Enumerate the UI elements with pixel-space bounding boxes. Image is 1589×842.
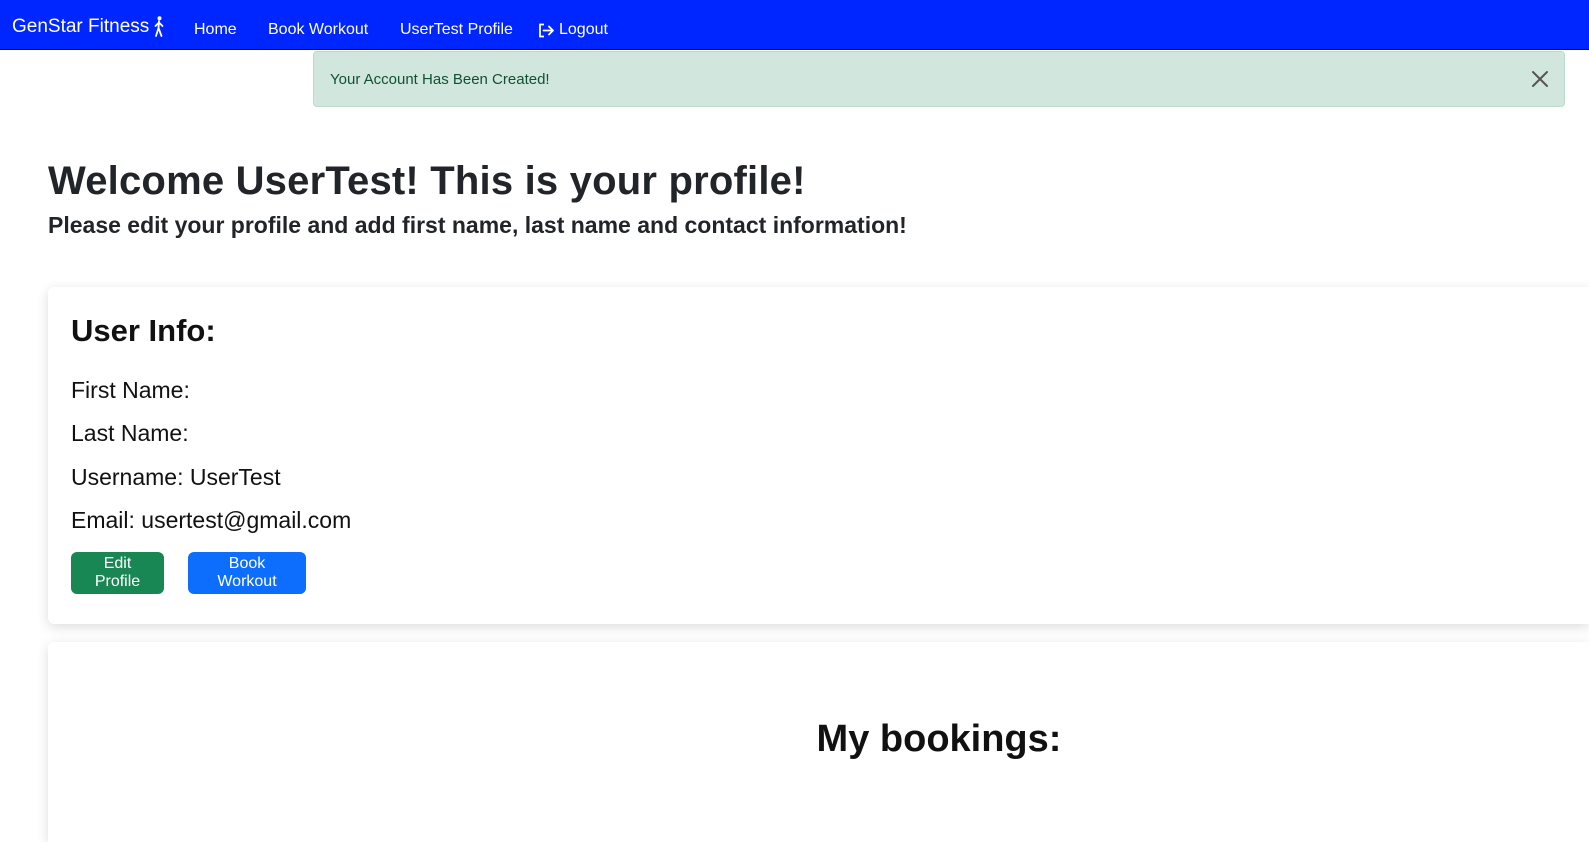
account-created-alert: Your Account Has Been Created! [313,51,1565,107]
page-subtitle: Please edit your profile and add first n… [48,212,907,238]
nav-book-workout[interactable]: Book Workout [268,19,368,41]
close-icon[interactable] [1530,69,1550,89]
top-navbar: GenStar Fitness Home Book Workout UserTe… [0,0,1589,50]
nav-logout[interactable]: Logout [538,19,608,41]
nav-home-label: Home [194,21,237,38]
brand-name: GenStar Fitness [12,16,150,37]
alert-message: Your Account Has Been Created! [330,71,550,88]
nav-home[interactable]: Home [194,19,237,41]
nav-profile-label: UserTest Profile [400,21,513,38]
user-info-card: User Info: First Name: Last Name: Userna… [48,287,1589,624]
first-name-field: First Name: [71,377,190,403]
bookings-card: My bookings: [48,642,1589,842]
nav-book-workout-label: Book Workout [268,21,369,38]
nav-logout-label: Logout [559,21,608,38]
brand-link[interactable]: GenStar Fitness [12,15,164,39]
page-title: Welcome UserTest! This is your profile! [48,159,806,203]
logout-icon [539,23,554,37]
walking-person-icon [154,16,164,37]
username-field: Username: UserTest [71,464,281,490]
edit-profile-button[interactable]: Edit Profile [71,552,164,594]
bookings-title: My bookings: [816,718,1062,760]
email-field: Email: usertest@gmail.com [71,507,352,533]
user-info-title: User Info: [71,313,216,348]
nav-profile[interactable]: UserTest Profile [400,19,513,41]
book-workout-button[interactable]: Book Workout [188,552,306,594]
last-name-field: Last Name: [71,420,189,446]
